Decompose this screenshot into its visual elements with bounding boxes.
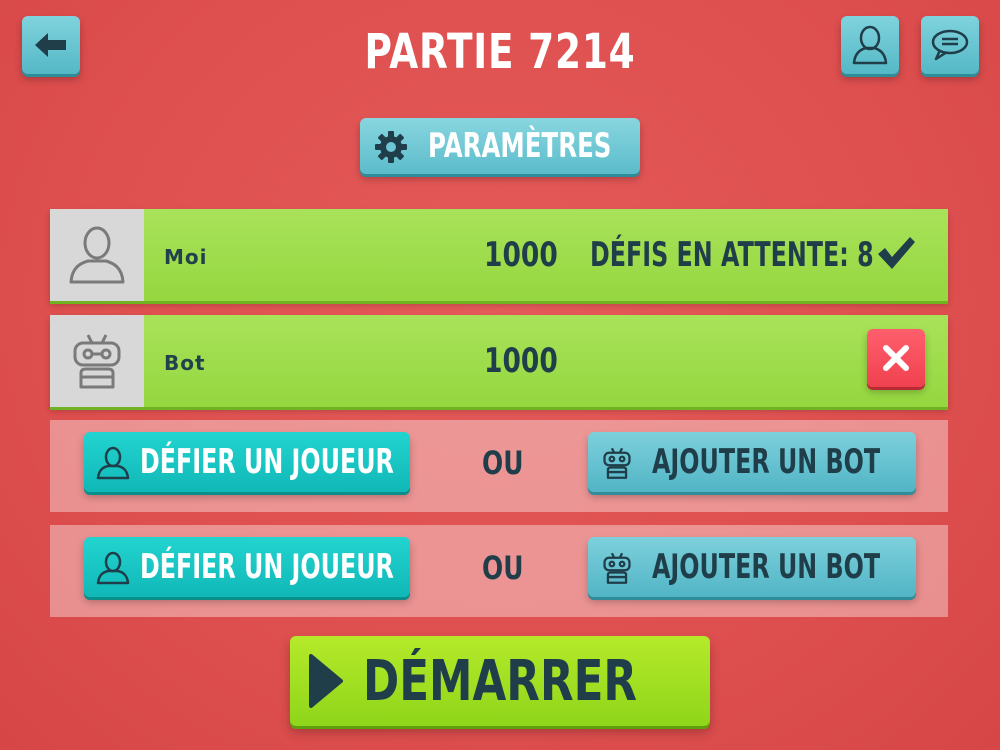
robot-icon <box>603 552 631 584</box>
robot-icon <box>603 447 631 479</box>
remove-player-button[interactable] <box>867 329 925 387</box>
add-bot-button[interactable]: AJOUTER UN BOT <box>588 537 916 597</box>
settings-label: PARAMÈTRES <box>428 126 612 166</box>
or-label: OU <box>482 549 524 587</box>
add-bot-button[interactable]: AJOUTER UN BOT <box>588 432 916 492</box>
back-button[interactable] <box>22 16 80 74</box>
player-score: 1000 <box>484 235 558 275</box>
challenge-player-label: DÉFIER UN JOUEUR <box>140 547 394 587</box>
page-title: PARTIE 7214 <box>364 24 636 80</box>
user-icon <box>69 226 125 284</box>
player-name: Bot <box>164 351 206 375</box>
user-icon <box>96 446 130 480</box>
or-label: OU <box>482 444 524 482</box>
start-label: DÉMARRER <box>362 649 638 714</box>
empty-slot: DÉFIER UN JOUEUR OU AJOUTER UN BOT <box>50 420 948 512</box>
chat-bubble-icon <box>931 29 969 61</box>
start-button[interactable]: DÉMARRER <box>290 636 710 726</box>
player-row-me: Moi 1000 DÉFIS EN ATTENTE: 8 <box>50 209 948 301</box>
gear-icon <box>375 131 407 163</box>
robot-icon <box>73 334 121 389</box>
pending-challenges: DÉFIS EN ATTENTE: 8 <box>590 235 874 275</box>
challenge-player-button[interactable]: DÉFIER UN JOUEUR <box>84 537 410 597</box>
empty-slot: DÉFIER UN JOUEUR OU AJOUTER UN BOT <box>50 525 948 617</box>
check-icon <box>878 237 915 269</box>
arrow-left-icon <box>35 33 66 57</box>
avatar <box>50 209 144 301</box>
add-bot-label: AJOUTER UN BOT <box>652 547 881 587</box>
challenge-player-label: DÉFIER UN JOUEUR <box>140 442 394 482</box>
profile-button[interactable] <box>841 16 899 74</box>
player-row-bot: Bot 1000 <box>50 315 948 407</box>
player-score: 1000 <box>484 341 558 381</box>
user-icon <box>852 25 888 65</box>
challenge-player-button[interactable]: DÉFIER UN JOUEUR <box>84 432 410 492</box>
player-name: Moi <box>164 245 208 269</box>
add-bot-label: AJOUTER UN BOT <box>652 442 881 482</box>
avatar <box>50 315 144 407</box>
settings-button[interactable]: PARAMÈTRES <box>360 118 640 174</box>
chat-button[interactable] <box>921 16 979 74</box>
user-icon <box>96 551 130 585</box>
close-icon <box>883 345 909 371</box>
